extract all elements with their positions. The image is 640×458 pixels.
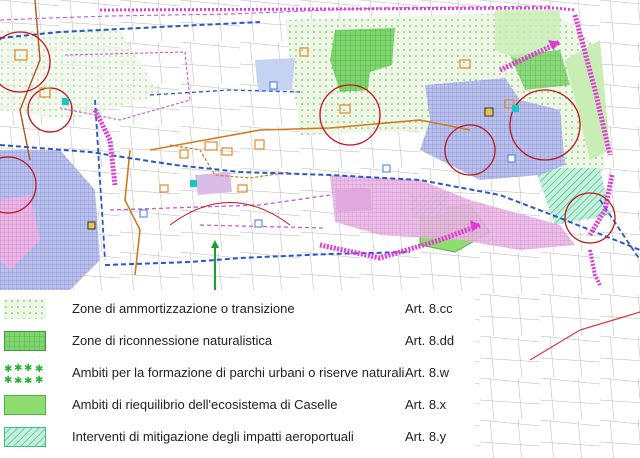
legend-item-urban-parks: ✱ ✱ ✱ ✱ ✱ ✱ ✱ ✱ Ambiti per la formazione… [0,358,475,388]
legend-article: Art. 8.y [405,429,447,444]
urban-block-pink [335,188,372,212]
legend-label: Ambiti per la formazione di parchi urban… [72,365,405,380]
svg-text:✱: ✱ [24,376,32,383]
legend-label: Zone di ammortizzazione o transizione [72,301,295,316]
grid-pattern-icon [4,331,46,351]
legend-item-mitigation: Interventi di mitigazione degli impatti … [0,422,475,452]
legend-article: Art. 8.x [405,397,447,412]
svg-text:✱: ✱ [14,376,22,383]
map-container: Zone di ammortizzazione o transizione Ar… [0,0,640,458]
svg-text:✱: ✱ [4,364,12,375]
hatched-pattern-icon [4,427,46,447]
map-legend: Zone di ammortizzazione o transizione Ar… [0,290,475,458]
legend-article: Art. 8.w [405,365,450,380]
legend-item-buffer-zone: Zone di ammortizzazione o transizione Ar… [0,294,475,324]
legend-label: Interventi di mitigazione degli impatti … [72,429,354,444]
svg-text:✱: ✱ [14,363,22,374]
star-border-pattern-icon: ✱ ✱ ✱ ✱ ✱ ✱ ✱ ✱ [4,363,46,383]
dots-pattern-icon [4,299,46,319]
legend-label: Ambiti di riequilibrio dell'ecosistema d… [72,397,338,412]
solid-green-pattern-icon [4,395,46,415]
legend-label: Zone di riconnessione naturalistica [72,333,273,348]
legend-article: Art. 8.cc [405,301,453,316]
svg-text:✱: ✱ [24,363,32,374]
svg-text:✱: ✱ [4,375,12,383]
svg-text:✱: ✱ [35,375,43,383]
svg-text:✱: ✱ [35,364,43,375]
legend-article: Art. 8.dd [405,333,455,348]
legend-item-ecosystem: Ambiti di riequilibrio dell'ecosistema d… [0,390,475,420]
legend-item-reconnection-zone: Zone di riconnessione naturalistica Art.… [0,326,475,356]
